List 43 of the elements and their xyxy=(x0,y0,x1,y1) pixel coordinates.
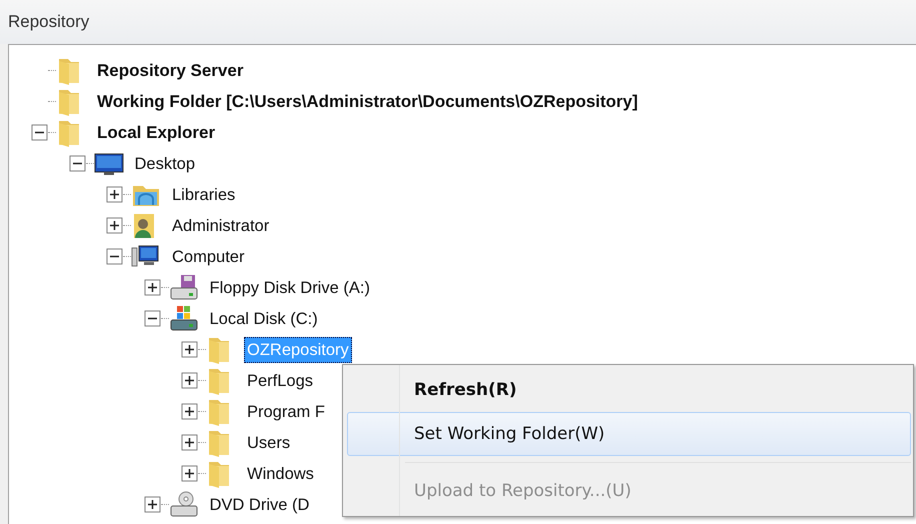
expand-icon[interactable] xyxy=(181,434,198,451)
tree-item[interactable]: Local Disk (C:) xyxy=(206,306,321,332)
tree-item[interactable]: Administrator xyxy=(169,212,272,238)
folder-icon xyxy=(206,428,232,456)
tree-item[interactable]: Floppy Disk Drive (A:) xyxy=(206,274,373,300)
tree-item[interactable]: Windows xyxy=(244,460,317,486)
tree-item[interactable]: Repository Server xyxy=(94,58,246,84)
tree-item[interactable]: Program F xyxy=(244,398,328,424)
floppy-drive-icon xyxy=(168,274,198,302)
collapse-icon[interactable] xyxy=(106,248,123,265)
tree-item[interactable]: Computer xyxy=(169,244,248,270)
expand-icon[interactable] xyxy=(106,186,123,203)
computer-icon xyxy=(131,244,159,270)
tree-item[interactable]: Users xyxy=(244,430,294,456)
tree-item[interactable]: PerfLogs xyxy=(244,368,316,394)
collapse-icon[interactable] xyxy=(31,124,48,141)
expand-icon[interactable] xyxy=(144,279,160,296)
folder-icon xyxy=(56,88,82,116)
dvd-drive-icon xyxy=(168,490,198,518)
tree-item[interactable]: Desktop xyxy=(132,150,198,176)
tree-item[interactable]: Working Folder [C:\Users\Administrator\Documents\OZRepository] xyxy=(94,88,641,114)
expand-icon[interactable] xyxy=(181,341,198,358)
folder-icon xyxy=(206,336,232,364)
system-drive-icon xyxy=(168,304,198,332)
tree-item[interactable]: Libraries xyxy=(169,182,238,208)
folder-icon xyxy=(56,56,82,84)
menu-item[interactable]: Refresh(R) xyxy=(347,368,911,412)
folder-icon xyxy=(206,460,232,488)
menu-item[interactable]: Set Working Folder(W) xyxy=(347,412,911,456)
expand-icon[interactable] xyxy=(144,496,160,513)
expand-icon[interactable] xyxy=(181,403,198,420)
folder-icon xyxy=(56,118,82,146)
expand-icon[interactable] xyxy=(106,217,123,234)
tree-item[interactable]: DVD Drive (D xyxy=(206,492,312,518)
expand-icon[interactable] xyxy=(181,372,198,389)
expand-icon[interactable] xyxy=(181,465,198,482)
tree-item[interactable]: Local Explorer xyxy=(94,120,218,146)
panel-title: Repository xyxy=(8,12,90,32)
collapse-icon[interactable] xyxy=(68,155,86,172)
collapse-icon[interactable] xyxy=(144,310,160,327)
folder-icon xyxy=(206,398,232,426)
folder-icon xyxy=(206,366,232,394)
monitor-icon xyxy=(94,152,124,176)
